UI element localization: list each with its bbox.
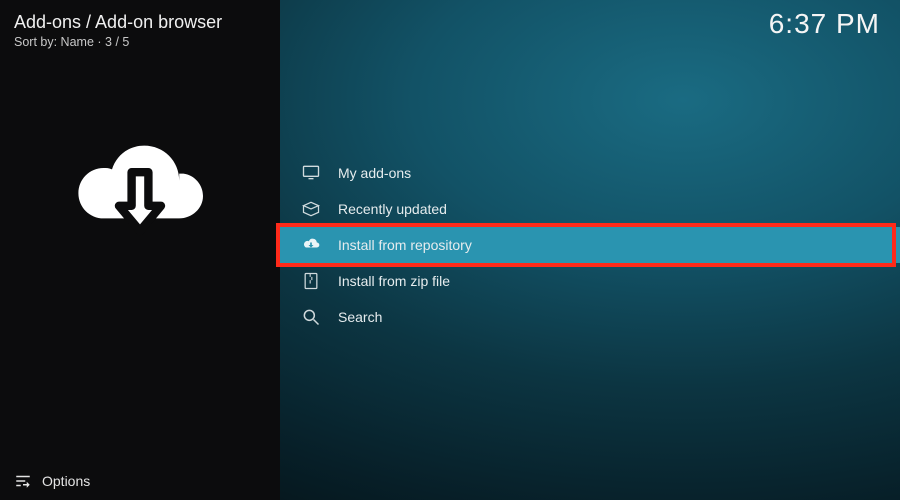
sort-line: Sort by: Name · 3 / 5 — [0, 33, 280, 49]
menu-item-my-addons[interactable]: My add-ons — [280, 155, 900, 191]
options-button[interactable]: Options — [0, 462, 280, 500]
menu-item-label: Install from zip file — [338, 273, 450, 289]
menu-item-install-from-repository[interactable]: Install from repository — [280, 227, 900, 263]
sidebar: Add-ons / Add-on browser Sort by: Name ·… — [0, 0, 280, 500]
section-icon-wrap — [0, 49, 280, 462]
options-icon — [14, 472, 32, 490]
list-position: 3 / 5 — [105, 35, 129, 49]
menu-list: My add-ons Recently updated Install from… — [280, 155, 900, 335]
menu-item-label: Recently updated — [338, 201, 447, 217]
cloud-repo-icon — [300, 234, 322, 256]
options-label: Options — [42, 473, 90, 489]
menu-item-label: Search — [338, 309, 382, 325]
search-icon — [300, 306, 322, 328]
menu-item-label: My add-ons — [338, 165, 411, 181]
main-panel: 6:37 PM My add-ons Recently updated Inst… — [280, 0, 900, 500]
menu-item-install-from-zip[interactable]: Install from zip file — [280, 263, 900, 299]
menu-item-search[interactable]: Search — [280, 299, 900, 335]
box-open-icon — [300, 198, 322, 220]
sort-value: Name — [61, 35, 94, 49]
display-icon — [300, 162, 322, 184]
menu-item-recently-updated[interactable]: Recently updated — [280, 191, 900, 227]
breadcrumb: Add-ons / Add-on browser — [0, 0, 280, 33]
cloud-download-icon — [70, 119, 210, 259]
menu-item-label: Install from repository — [338, 237, 472, 253]
clock: 6:37 PM — [769, 8, 880, 40]
zip-file-icon — [300, 270, 322, 292]
sort-separator: · — [97, 35, 105, 49]
sort-prefix: Sort by: — [14, 35, 61, 49]
